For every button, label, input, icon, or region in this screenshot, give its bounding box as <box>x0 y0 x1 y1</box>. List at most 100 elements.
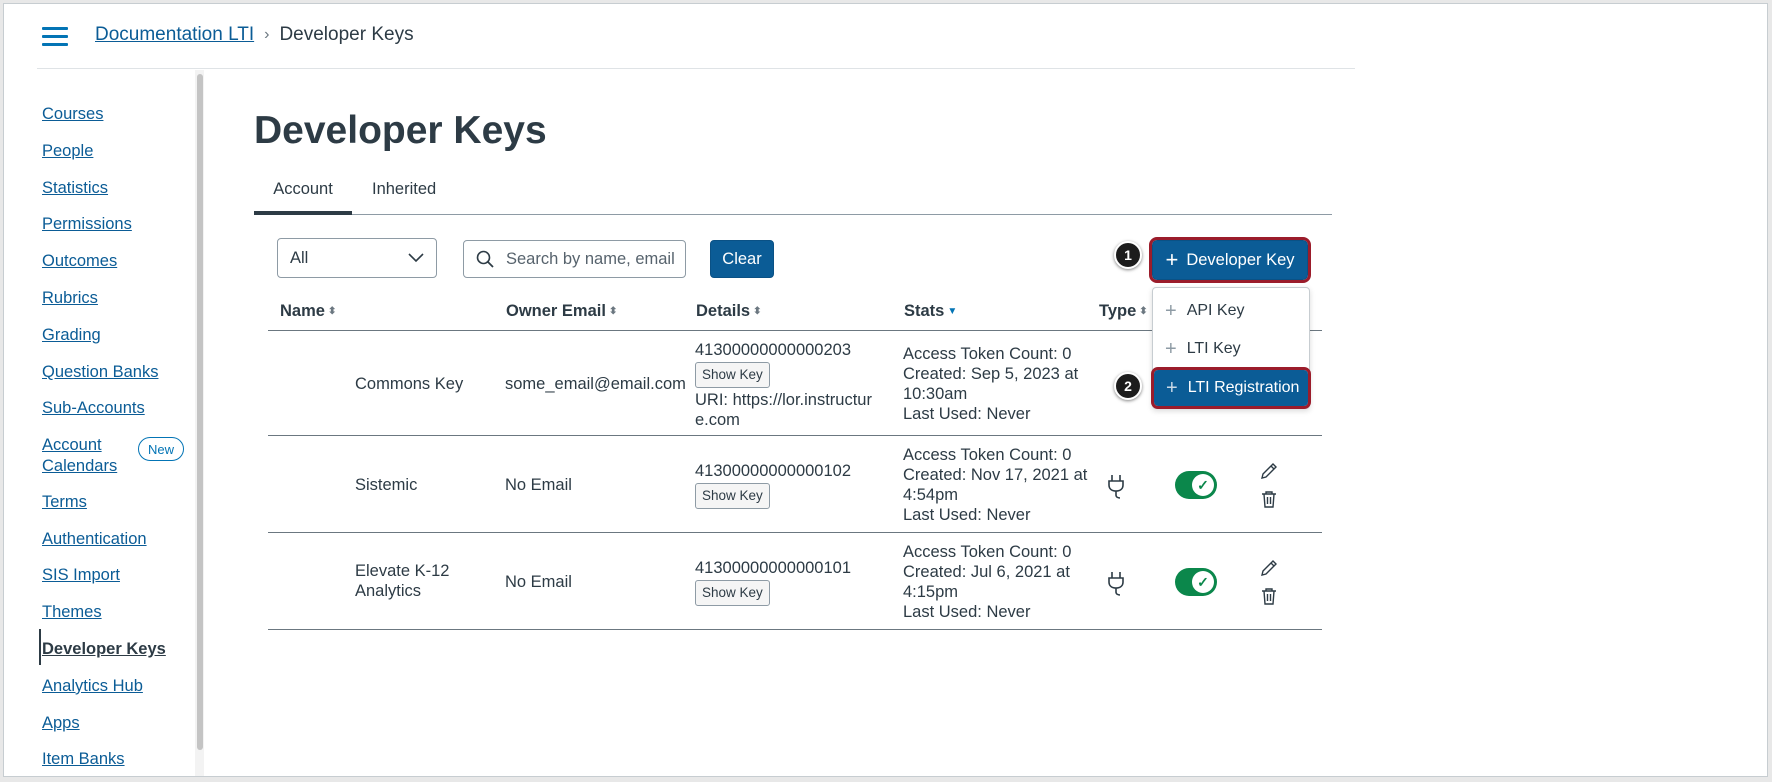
sort-icon: ⬍ <box>608 306 618 318</box>
last-used: Last Used: Never <box>903 603 1031 621</box>
sidebar-item-developer-keys[interactable]: Developer Keys <box>42 639 166 660</box>
sort-icon: ⬍ <box>753 306 762 318</box>
key-details: 41300000000000101 Show Key <box>695 558 880 608</box>
sidebar-item-rubrics[interactable]: Rubrics <box>42 288 98 309</box>
chevron-down-icon <box>408 253 424 263</box>
tab-list: Account Inherited <box>254 180 1332 215</box>
created-date: Created: Nov 17, 2021 at 4:54pm <box>903 466 1088 504</box>
check-icon: ✓ <box>1192 571 1214 593</box>
menu-item-label: API Key <box>1186 302 1245 319</box>
access-token-count: Access Token Count: 0 <box>903 446 1072 464</box>
clear-button[interactable]: Clear <box>710 240 774 278</box>
last-used: Last Used: Never <box>903 405 1031 423</box>
column-header-label: Owner Email <box>506 302 606 320</box>
header-divider <box>37 68 1355 69</box>
key-details: 41300000000000203 Show Key URI: https://… <box>695 340 880 430</box>
delete-icon[interactable] <box>1259 586 1279 606</box>
tab-account[interactable]: Account <box>254 180 352 215</box>
menu-item-lti-registration[interactable]: + LTI Registration <box>1151 367 1311 409</box>
plug-icon <box>1108 572 1124 596</box>
hamburger-menu-icon[interactable] <box>42 26 70 46</box>
sidebar-item-grading[interactable]: Grading <box>42 325 101 346</box>
column-header-name[interactable]: Name ⬍ <box>280 302 336 321</box>
key-filter-select[interactable]: All <box>277 238 437 278</box>
sort-icon: ⬍ <box>1139 306 1148 318</box>
key-enabled-toggle[interactable]: ✓ <box>1175 568 1217 596</box>
menu-item-label: LTI Key <box>1186 340 1241 357</box>
plus-icon: + <box>1165 337 1177 360</box>
sidebar-item-outcomes[interactable]: Outcomes <box>42 251 117 272</box>
sidebar-item-people[interactable]: People <box>42 141 93 162</box>
menu-item-api-key[interactable]: + API Key <box>1153 293 1309 329</box>
key-id: 41300000000000102 <box>695 462 852 480</box>
column-header-owner-email[interactable]: Owner Email ⬍ <box>506 302 617 321</box>
sidebar-item-permissions[interactable]: Permissions <box>42 214 132 235</box>
owner-email: No Email <box>505 573 572 591</box>
show-key-button[interactable]: Show Key <box>695 362 770 388</box>
sidebar-scrollbar[interactable] <box>197 74 203 750</box>
delete-icon[interactable] <box>1259 489 1279 509</box>
key-name: Commons Key <box>355 375 464 393</box>
tab-inherited[interactable]: Inherited <box>372 180 436 199</box>
column-header-label: Details <box>696 302 751 320</box>
show-key-button[interactable]: Show Key <box>695 483 770 509</box>
owner-email: No Email <box>505 476 572 494</box>
sidebar-item-label-line2[interactable]: Calendars <box>42 456 117 477</box>
row-divider <box>268 532 1322 533</box>
sidebar-item-item-banks[interactable]: Item Banks <box>42 749 125 770</box>
key-enabled-toggle[interactable]: ✓ <box>1175 471 1217 499</box>
search-field[interactable] <box>463 240 686 278</box>
show-key-button[interactable]: Show Key <box>695 580 770 606</box>
key-stats: Access Token Count: 0 Created: Jul 6, 20… <box>903 542 1088 622</box>
created-date: Created: Sep 5, 2023 at 10:30am <box>903 365 1079 403</box>
sidebar-item-sis-import[interactable]: SIS Import <box>42 565 120 586</box>
edit-icon[interactable] <box>1259 558 1279 578</box>
column-header-type[interactable]: Type ⬍ <box>1099 302 1148 321</box>
sidebar-item-analytics-hub[interactable]: Analytics Hub <box>42 676 143 697</box>
created-date: Created: Jul 6, 2021 at 4:15pm <box>903 563 1070 601</box>
plus-icon: + <box>1165 247 1179 272</box>
owner-email: some_email@email.com <box>505 375 686 393</box>
sidebar-item-terms[interactable]: Terms <box>42 492 87 513</box>
sidebar-item-authentication[interactable]: Authentication <box>42 529 147 550</box>
column-header-stats[interactable]: Stats ▼ <box>904 302 957 321</box>
breadcrumb-parent-link[interactable]: Documentation LTI <box>95 24 254 46</box>
page-title: Developer Keys <box>254 109 547 152</box>
key-uri: URI: https://lor.instructure.com <box>695 391 872 429</box>
add-developer-key-button[interactable]: + Developer Key <box>1149 237 1311 283</box>
sidebar-item-account-calendars[interactable]: Account Calendars New <box>42 435 192 479</box>
sidebar-item-question-banks[interactable]: Question Banks <box>42 362 158 383</box>
plug-icon <box>1108 475 1124 499</box>
key-details: 41300000000000102 Show Key <box>695 461 880 511</box>
menu-item-lti-key[interactable]: + LTI Key <box>1153 331 1309 367</box>
key-id: 41300000000000203 <box>695 341 852 359</box>
column-header-label: Type <box>1099 302 1137 320</box>
sidebar-item-themes[interactable]: Themes <box>42 602 102 623</box>
menu-item-label: LTI Registration <box>1187 379 1300 396</box>
check-icon: ✓ <box>1192 474 1214 496</box>
sidebar-item-sub-accounts[interactable]: Sub-Accounts <box>42 398 145 419</box>
new-badge: New <box>138 437 184 461</box>
row-divider <box>268 629 1322 630</box>
column-header-details[interactable]: Details ⬍ <box>696 302 762 321</box>
key-name: Elevate K-12 Analytics <box>355 562 450 600</box>
key-stats: Access Token Count: 0 Created: Nov 17, 2… <box>903 445 1088 525</box>
sidebar-item-label[interactable]: Account <box>42 435 102 456</box>
column-header-label: Stats <box>904 302 945 320</box>
sidebar-item-apps[interactable]: Apps <box>42 713 80 734</box>
callout-marker-1: 1 <box>1114 241 1142 269</box>
chevron-right-icon: › <box>264 26 270 43</box>
last-used: Last Used: Never <box>903 506 1031 524</box>
search-icon <box>476 250 494 268</box>
add-developer-key-label: Developer Key <box>1186 250 1295 269</box>
sort-icon: ⬍ <box>327 306 337 318</box>
plus-icon: + <box>1165 299 1177 322</box>
active-indicator <box>39 629 41 665</box>
breadcrumb-current: Developer Keys <box>279 24 414 45</box>
sidebar-item-statistics[interactable]: Statistics <box>42 178 108 199</box>
developer-key-menu: + API Key + LTI Key + LTI Registration <box>1151 287 1311 409</box>
callout-marker-2: 2 <box>1114 372 1142 400</box>
edit-icon[interactable] <box>1259 461 1279 481</box>
search-input[interactable] <box>504 248 678 270</box>
sidebar-item-courses[interactable]: Courses <box>42 104 103 125</box>
